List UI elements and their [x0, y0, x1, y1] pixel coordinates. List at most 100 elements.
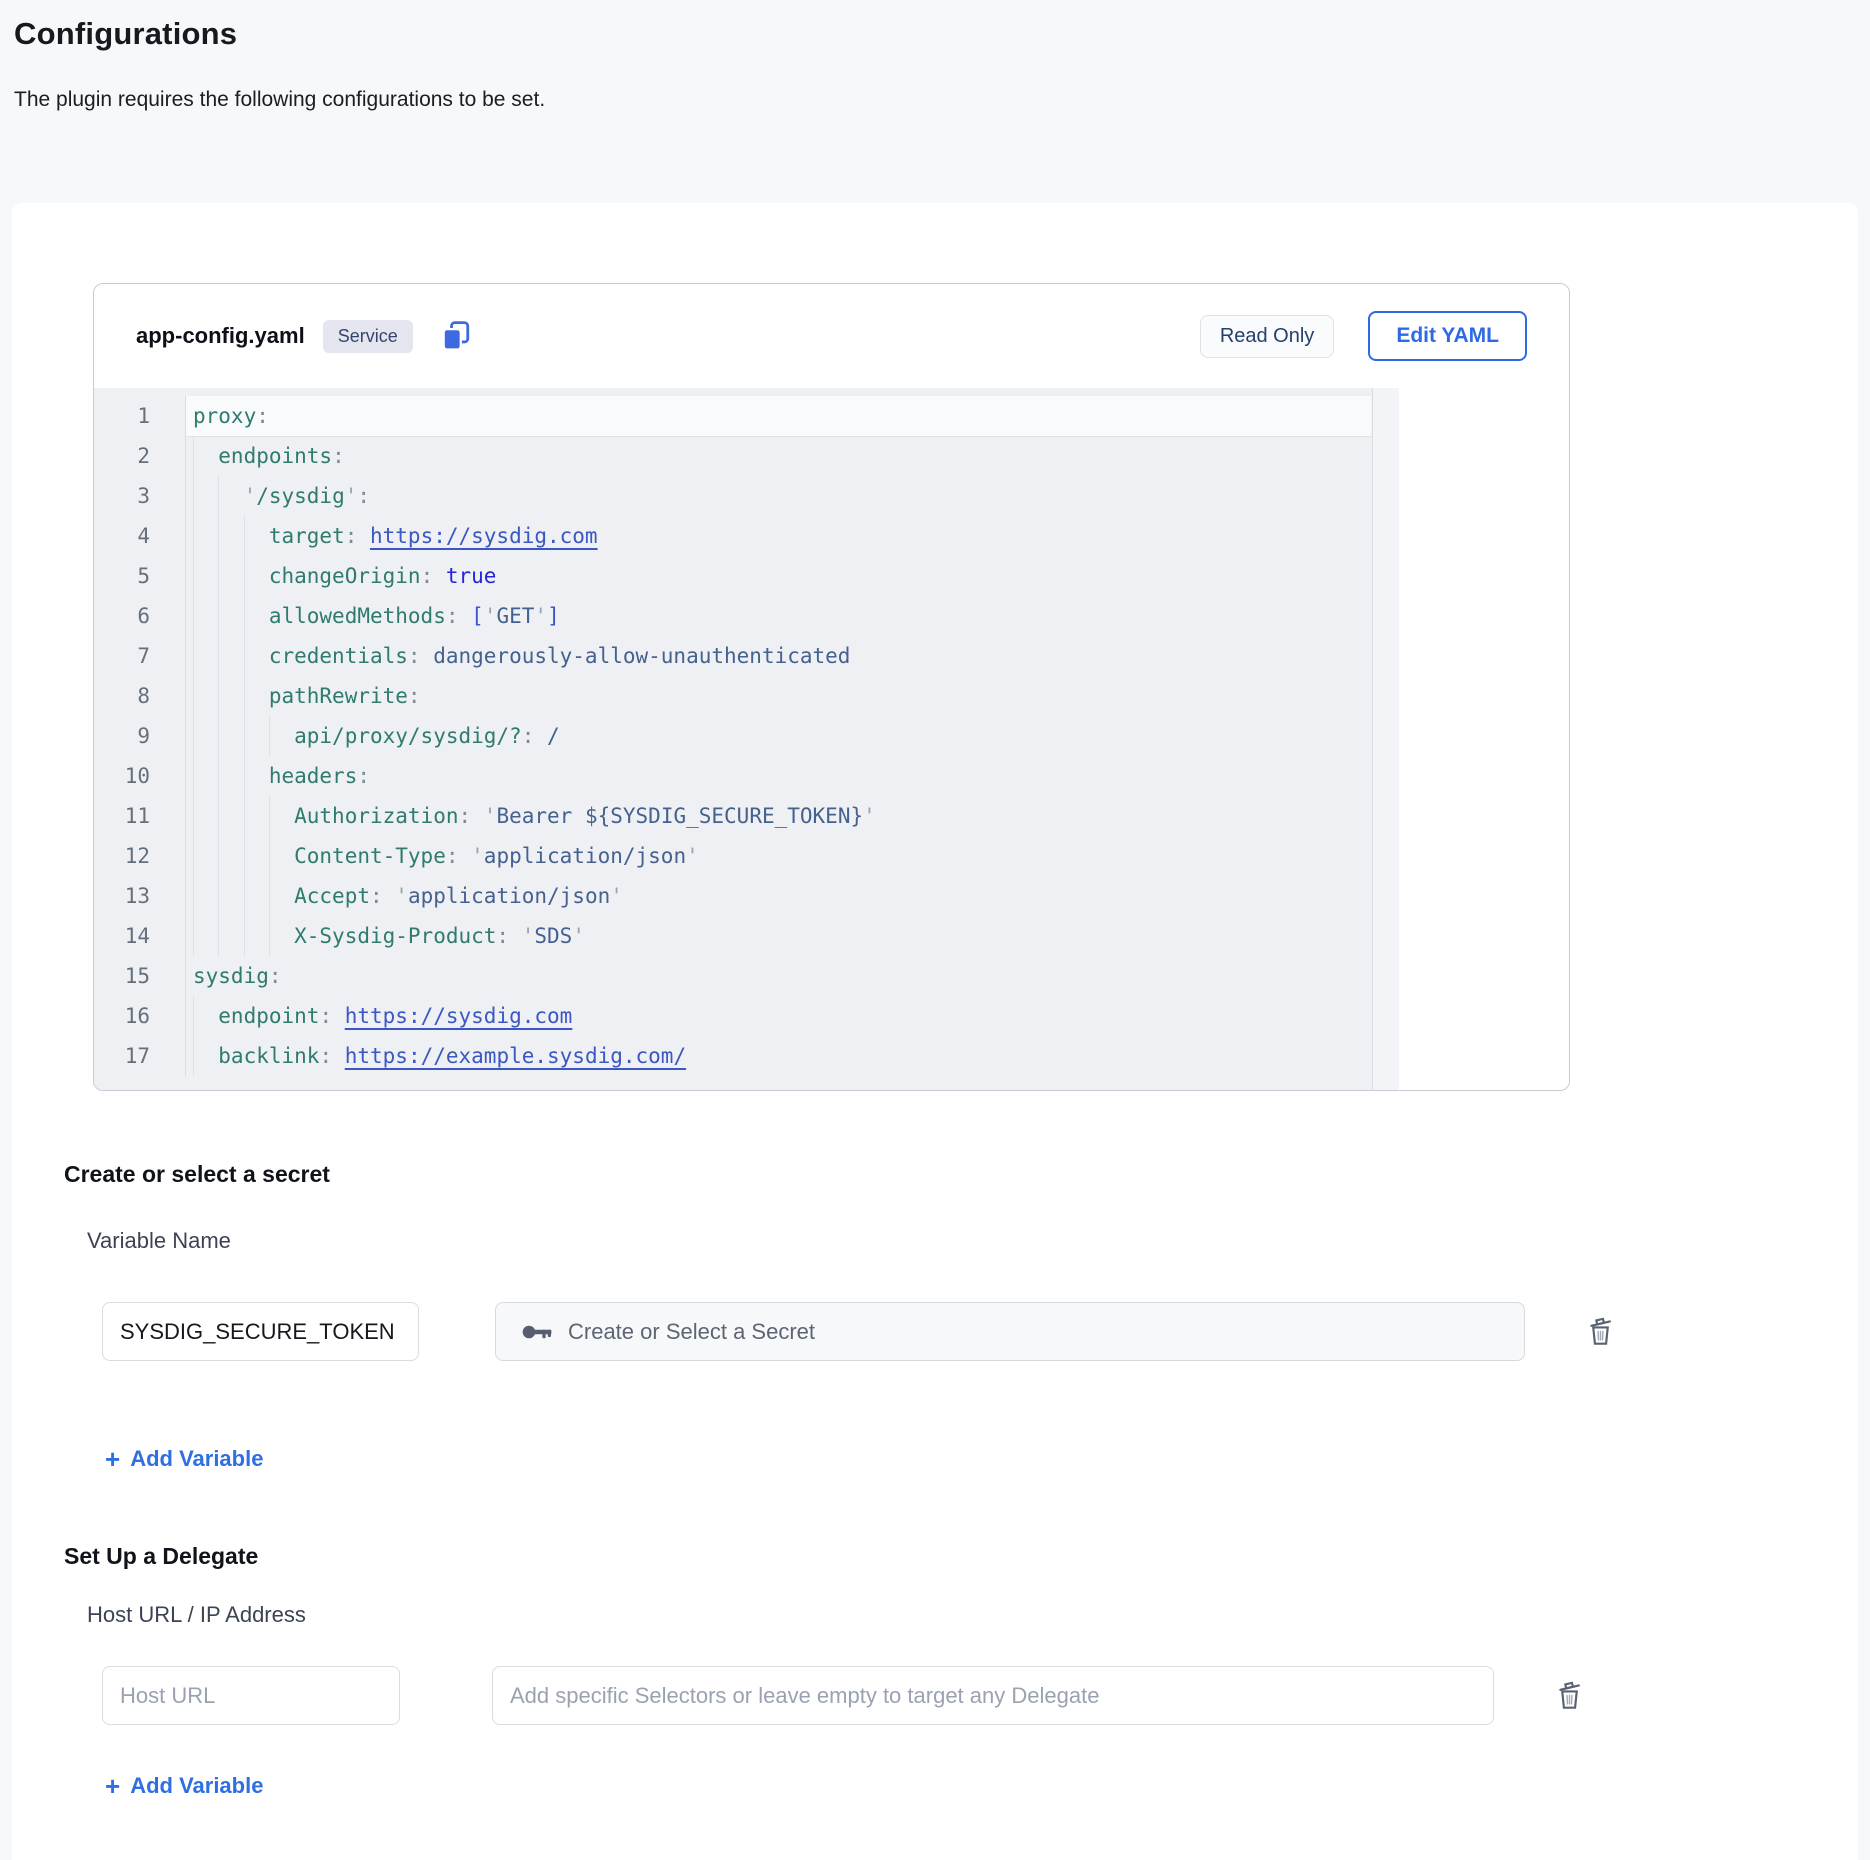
read-only-toggle[interactable]: Read Only: [1200, 315, 1335, 358]
line-number: 17: [94, 1036, 150, 1076]
code-token: ': [244, 484, 257, 508]
indent-guide: [244, 756, 269, 796]
indent-guide: [244, 716, 269, 756]
code-token: ': [395, 884, 408, 908]
code-token: X-Sysdig-Product: [294, 924, 496, 948]
secret-select-button[interactable]: Create or Select a Secret: [495, 1302, 1525, 1361]
code-token: endpoints: [218, 444, 332, 468]
indent-guide: [193, 876, 218, 916]
line-number: 16: [94, 996, 150, 1036]
code-line: 11 Authorization: 'Bearer ${SYSDIG_SECURE…: [94, 796, 1371, 836]
code-token: :: [459, 804, 484, 828]
code-token: target: [269, 524, 345, 548]
indent-guide: [193, 836, 218, 876]
code-token: true: [446, 564, 497, 588]
code-token: :: [269, 964, 282, 988]
trash-icon: [1554, 1679, 1585, 1712]
host-url-input[interactable]: [102, 1666, 400, 1725]
page-subtitle: The plugin requires the following config…: [14, 88, 1870, 112]
line-number: 3: [94, 476, 150, 516]
indent-guide: [193, 596, 218, 636]
indent-guide: [193, 676, 218, 716]
line-number: 10: [94, 756, 150, 796]
indent-guide: [193, 556, 218, 596]
edit-yaml-button[interactable]: Edit YAML: [1368, 311, 1527, 361]
indent-guide: [244, 596, 269, 636]
code-token: [: [471, 604, 484, 628]
delegate-field-row: [102, 1666, 1818, 1725]
variable-name-label: Variable Name: [87, 1228, 1818, 1254]
line-number: 7: [94, 636, 150, 676]
line-number: 6: [94, 596, 150, 636]
copy-icon: [439, 319, 473, 354]
indent-guide: [218, 476, 243, 516]
line-number: 13: [94, 876, 150, 916]
indent-guide: [269, 836, 294, 876]
indent-guide: [244, 676, 269, 716]
secret-select-label: Create or Select a Secret: [568, 1319, 815, 1345]
delete-secret-row-button[interactable]: [1585, 1315, 1616, 1348]
line-number: 4: [94, 516, 150, 556]
code-token: Authorization: [294, 804, 458, 828]
code-token: headers: [269, 764, 358, 788]
indent-guide: [193, 1036, 218, 1076]
code-line: 3'/sysdig':: [94, 476, 1371, 516]
code-token: ': [484, 804, 497, 828]
code-line: 10headers:: [94, 756, 1371, 796]
indent-guide: [218, 796, 243, 836]
delegate-selectors-input[interactable]: [492, 1666, 1494, 1725]
code-token: ': [610, 884, 623, 908]
code-token: :: [408, 644, 433, 668]
code-token: Content-Type: [294, 844, 446, 868]
line-number: 8: [94, 676, 150, 716]
code-token: Accept: [294, 884, 370, 908]
code-token: :: [496, 924, 521, 948]
code-token: ': [534, 604, 547, 628]
indent-guide: [193, 716, 218, 756]
add-variable-button-secret[interactable]: + Add Variable: [105, 1446, 263, 1472]
indent-guide: [193, 996, 218, 1036]
code-line: 9api/proxy/sysdig/?: /: [94, 716, 1371, 756]
code-token: dangerously-allow-unauthenticated: [433, 644, 850, 668]
plus-icon: +: [105, 1776, 120, 1796]
code-line: 5changeOrigin: true: [94, 556, 1371, 596]
code-token: pathRewrite: [269, 684, 408, 708]
indent-guide: [218, 916, 243, 956]
copy-button[interactable]: [439, 319, 473, 354]
code-line: 6allowedMethods: ['GET']: [94, 596, 1371, 636]
yaml-editor-card: app-config.yaml Service Read Only Edit Y…: [93, 283, 1570, 1091]
code-lines: 1proxy:2endpoints:3'/sysdig':4target: ht…: [94, 396, 1371, 1076]
code-token: :: [345, 524, 370, 548]
code-line: 4 target: https://sysdig.com: [94, 516, 1371, 556]
add-variable-button-delegate[interactable]: + Add Variable: [105, 1773, 263, 1799]
code-line: 8pathRewrite:: [94, 676, 1371, 716]
trash-icon: [1585, 1315, 1616, 1348]
code-token: ': [522, 924, 535, 948]
code-token: endpoint: [218, 1004, 319, 1028]
code-link[interactable]: https://sysdig.com: [345, 1004, 573, 1028]
line-number: 1: [94, 396, 150, 436]
indent-guide: [193, 516, 218, 556]
line-number: 15: [94, 956, 150, 996]
line-number: 11: [94, 796, 150, 836]
delete-delegate-row-button[interactable]: [1554, 1679, 1585, 1712]
code-viewer: 1proxy:2endpoints:3'/sysdig':4target: ht…: [94, 388, 1399, 1090]
code-line: 2endpoints:: [94, 436, 1371, 476]
indent-guide: [193, 636, 218, 676]
variable-name-input[interactable]: [102, 1302, 419, 1361]
code-token: :: [446, 604, 471, 628]
code-token: Bearer ${SYSDIG_SECURE_TOKEN}: [496, 804, 863, 828]
code-link[interactable]: https://example.sysdig.com/: [345, 1044, 686, 1068]
code-token: /sysdig: [256, 484, 345, 508]
code-line: 1proxy:: [94, 396, 1371, 436]
yaml-filename: app-config.yaml: [136, 323, 305, 349]
secret-field-row: Create or Select a Secret: [102, 1302, 1818, 1361]
indent-guide: [218, 836, 243, 876]
line-number: 9: [94, 716, 150, 756]
code-token: :: [332, 444, 345, 468]
code-line: 12Content-Type: 'application/json': [94, 836, 1371, 876]
indent-guide: [244, 636, 269, 676]
indent-guide: [269, 796, 294, 836]
code-line: 17backlink: https://example.sysdig.com/: [94, 1036, 1371, 1076]
code-link[interactable]: https://sysdig.com: [370, 524, 598, 548]
